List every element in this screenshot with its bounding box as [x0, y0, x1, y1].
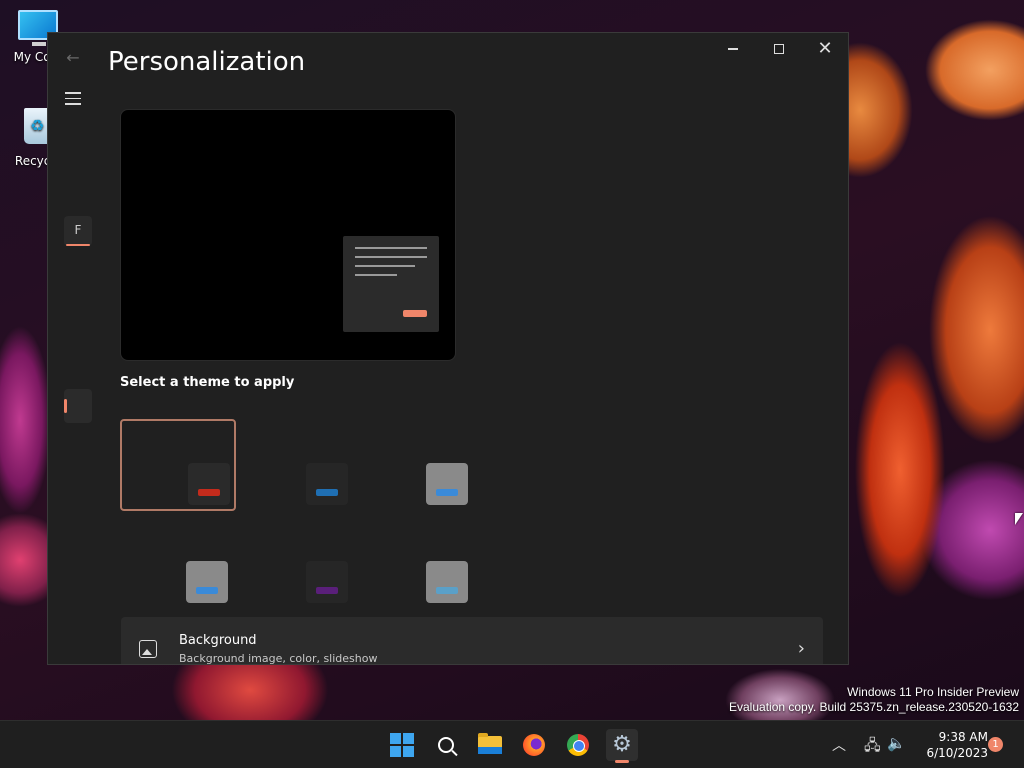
minimize-button[interactable]: [710, 33, 756, 65]
folder-icon: [478, 733, 502, 754]
theme-tile: [306, 561, 348, 603]
nav-menu-button[interactable]: [62, 87, 84, 109]
image-icon: [139, 640, 157, 658]
themes-section-label: Select a theme to apply: [120, 375, 295, 390]
watermark-line-2: Evaluation copy. Build 25375.zn_release.…: [729, 700, 1019, 714]
theme-tile: [426, 463, 468, 505]
back-button[interactable]: ←: [62, 47, 84, 69]
maximize-button[interactable]: [756, 33, 802, 65]
close-button[interactable]: ✕: [802, 33, 848, 65]
chevron-right-icon: ›: [797, 638, 805, 659]
preview-accent-button: [403, 310, 427, 317]
theme-option[interactable]: [240, 519, 356, 611]
background-card-subtitle: Background image, color, slideshow: [179, 652, 378, 665]
firefox-icon: [523, 734, 545, 756]
file-explorer-button[interactable]: [474, 729, 506, 761]
gear-icon: ⚙: [612, 732, 632, 757]
nav-rail: ← F: [48, 33, 98, 664]
theme-tile: [306, 463, 348, 505]
background-card-title: Background: [179, 633, 257, 648]
search-icon: [438, 737, 454, 753]
settings-taskbar-button[interactable]: ⚙: [606, 729, 638, 763]
network-icon[interactable]: 🖧: [864, 735, 881, 760]
maximize-icon: [774, 44, 784, 54]
selection-indicator: [64, 399, 67, 413]
watermark-line-1: Windows 11 Pro Insider Preview: [847, 685, 1019, 699]
settings-window: ← F Personalization ✕ Select a theme to …: [47, 32, 849, 665]
clock[interactable]: 9:38 AM 6/10/2023: [912, 729, 988, 761]
caption-buttons: ✕: [710, 33, 848, 65]
close-icon: ✕: [817, 38, 833, 59]
theme-option[interactable]: [120, 419, 236, 511]
mouse-cursor: [1015, 513, 1023, 525]
firefox-button[interactable]: [518, 729, 550, 761]
theme-option[interactable]: [360, 419, 476, 511]
chrome-button[interactable]: [562, 729, 594, 761]
start-button[interactable]: [386, 729, 418, 761]
chevron-up-icon[interactable]: ︿: [832, 735, 846, 755]
minimize-icon: [728, 48, 738, 50]
page-title: Personalization: [108, 47, 306, 77]
chrome-icon: [567, 734, 589, 756]
clock-date: 6/10/2023: [926, 746, 988, 760]
search-chip-letter: F: [74, 223, 82, 237]
background-setting-card[interactable]: Background Background image, color, slid…: [121, 617, 823, 665]
focus-underline: [66, 244, 90, 246]
notification-badge[interactable]: 1: [988, 737, 1003, 752]
theme-tile: [186, 561, 228, 603]
theme-option[interactable]: [240, 419, 356, 511]
preview-window: [343, 236, 439, 332]
theme-tile: [188, 463, 230, 505]
windows-watermark: Windows 11 Pro Insider Preview Evaluatio…: [729, 685, 1019, 715]
search-button[interactable]: [430, 729, 462, 761]
theme-preview: [120, 109, 456, 361]
hamburger-icon: [65, 92, 81, 94]
theme-option[interactable]: [120, 519, 236, 611]
taskbar: ⚙ ︿ 🖧 🔈 9:38 AM 6/10/2023 1: [0, 720, 1024, 768]
theme-tile: [426, 561, 468, 603]
theme-option[interactable]: [360, 519, 476, 611]
nav-item-personalization[interactable]: [64, 389, 92, 423]
clock-time: 9:38 AM: [938, 730, 988, 744]
volume-icon[interactable]: 🔈: [887, 734, 906, 752]
search-box-collapsed[interactable]: F: [64, 216, 92, 246]
back-arrow-icon: ←: [66, 48, 80, 67]
windows-logo-icon: [390, 733, 414, 757]
